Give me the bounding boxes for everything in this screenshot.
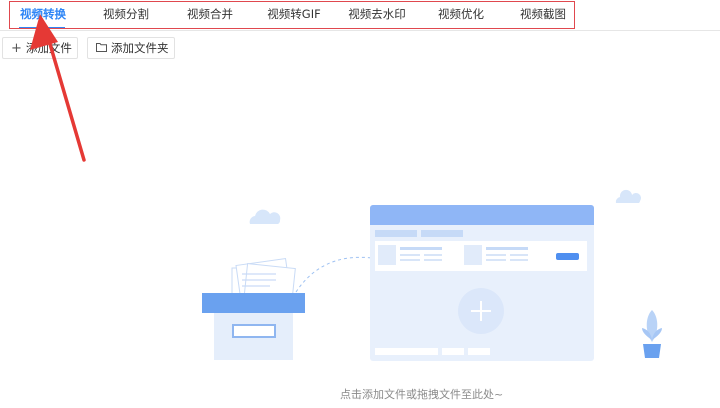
app-window-icon xyxy=(370,205,594,361)
plant-icon xyxy=(642,310,662,358)
empty-state-hint: 点击添加文件或拖拽文件至此处~ xyxy=(340,388,504,401)
documents-box-icon xyxy=(202,257,305,360)
empty-state-illustration xyxy=(202,189,662,361)
cloud-icon xyxy=(615,189,641,203)
dashed-connector xyxy=(295,256,373,293)
cloud-icon xyxy=(249,209,281,224)
